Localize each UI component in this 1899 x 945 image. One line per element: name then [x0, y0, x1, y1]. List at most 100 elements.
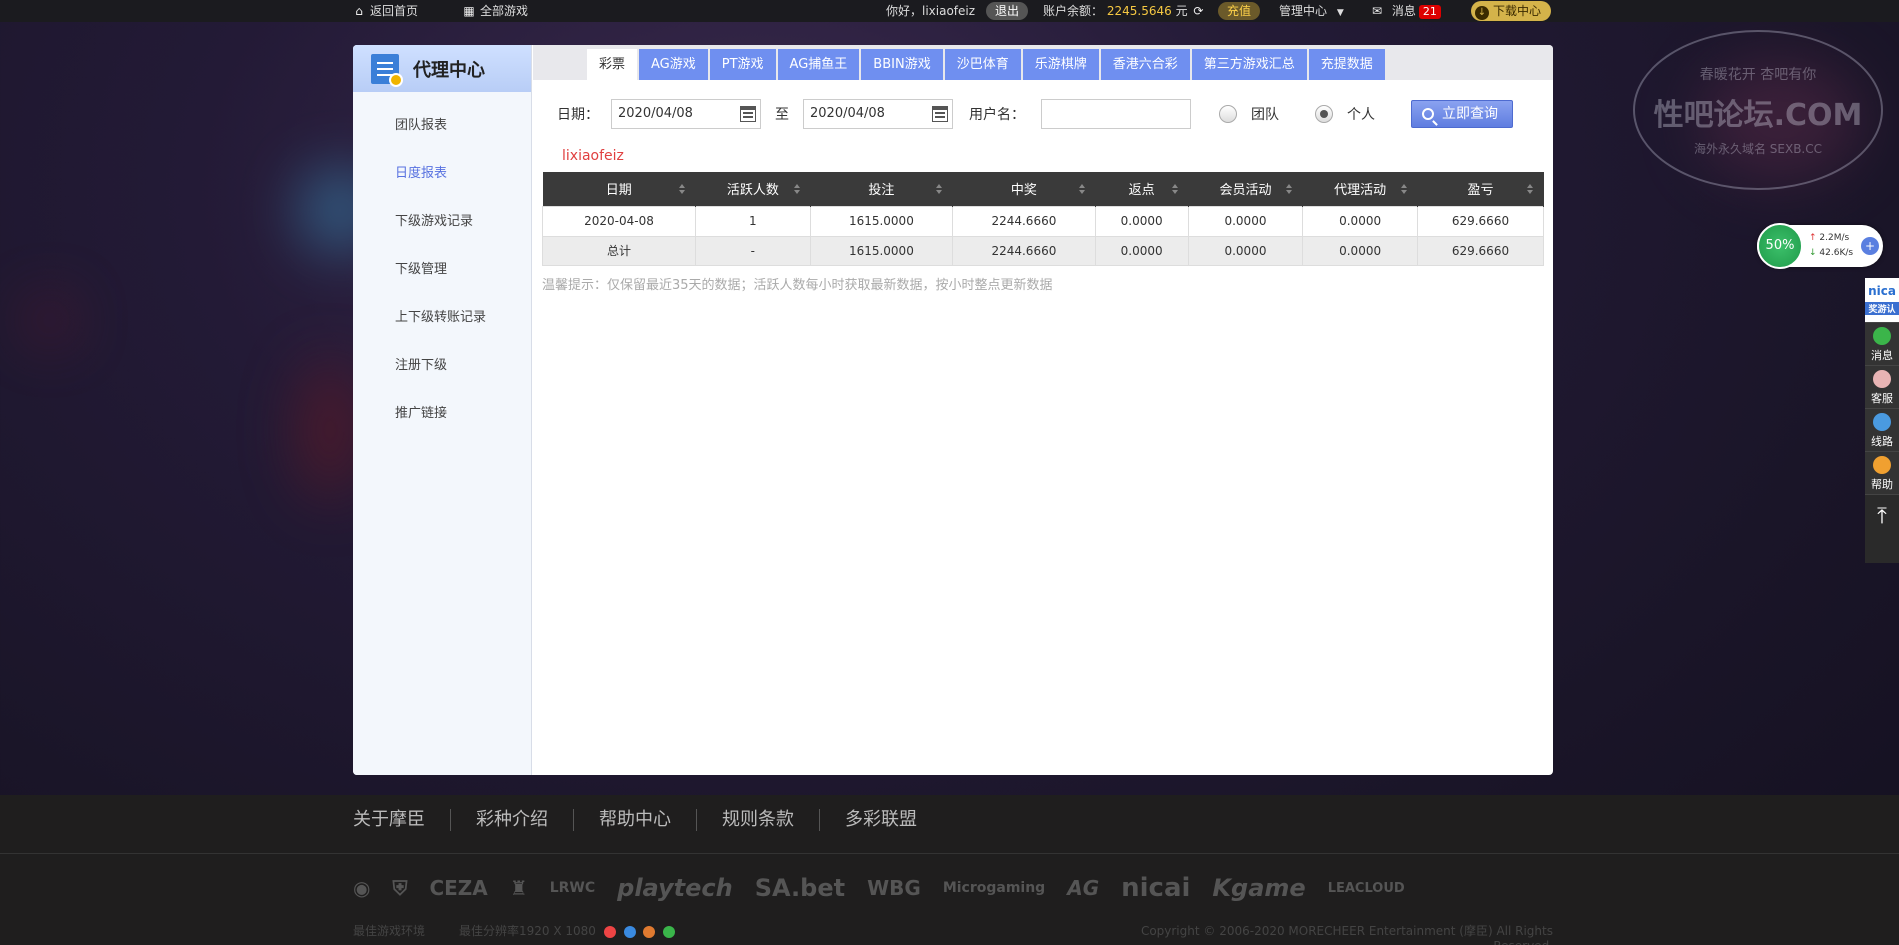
daily-report-table: 日期 活跃人数 投注 中奖 返点 会员活动 代理活动 盈亏 2020-04-08…: [542, 172, 1545, 266]
sort-icon: [1286, 184, 1293, 194]
calendar-icon[interactable]: [932, 106, 948, 122]
partner-logo: AG: [1067, 876, 1100, 900]
footer-link-help[interactable]: 帮助中心: [573, 809, 696, 831]
partner-logo: Kgame: [1212, 874, 1306, 902]
cell-total-agent-activity: 0.0000: [1302, 235, 1418, 266]
tab-bbin-games[interactable]: BBIN游戏: [861, 49, 943, 80]
sidebar-item-promo-link[interactable]: 推广链接: [353, 390, 531, 438]
sidebar-item-sub-management[interactable]: 下级管理: [353, 246, 531, 294]
download-arrow-icon: ↓: [1809, 248, 1817, 258]
recharge-button[interactable]: 充值: [1218, 0, 1261, 22]
tab-ag-fishing[interactable]: AG捕鱼王: [777, 49, 860, 80]
message-count-badge: 21: [1418, 5, 1441, 19]
download-label: 下载中心: [1493, 4, 1542, 18]
col-date[interactable]: 日期: [542, 172, 696, 206]
cell-total-winnings: 2244.6660: [952, 235, 1096, 266]
globe-logo-icon: ◉: [353, 876, 371, 900]
network-speed-widget[interactable]: 50% ↑ 2.2M/s ↓ 42.6K/s +: [1757, 223, 1883, 269]
col-agent-activity[interactable]: 代理活动: [1302, 172, 1418, 206]
date-from-input[interactable]: 2020/04/08: [611, 99, 761, 129]
upload-rate: 2.2M/s: [1819, 233, 1850, 243]
partner-logo: playtech: [617, 874, 733, 902]
col-bets[interactable]: 投注: [810, 172, 954, 206]
partner-logo: Microgaming: [942, 880, 1046, 896]
col-profit-loss[interactable]: 盈亏: [1417, 172, 1545, 206]
search-button[interactable]: 立即查询: [1411, 100, 1513, 128]
tab-saba-sports[interactable]: 沙巴体育: [944, 49, 1021, 80]
upload-arrow-icon: ↑: [1809, 233, 1817, 243]
balance-value: 2245.5646: [1106, 4, 1172, 18]
col-rebate[interactable]: 返点: [1095, 172, 1189, 206]
partner-logo: SA.bet: [754, 874, 846, 902]
personal-radio[interactable]: [1315, 105, 1333, 123]
partner-logo: LRWC: [549, 880, 596, 896]
home-link[interactable]: ⌂ 返回首页: [352, 0, 418, 22]
float-item-label: 帮助: [1871, 478, 1893, 491]
logout-button[interactable]: 退出: [986, 0, 1029, 22]
admin-menu[interactable]: 管理中心 ▼: [1279, 0, 1344, 22]
all-games-link[interactable]: ▦ 全部游戏: [462, 0, 528, 22]
tab-deposit-withdraw[interactable]: 充提数据: [1308, 49, 1385, 80]
col-winnings[interactable]: 中奖: [952, 172, 1096, 206]
download-button[interactable]: ↓ 下载中心: [1471, 0, 1552, 22]
tab-pt-games[interactable]: PT游戏: [709, 49, 776, 80]
best-env: 最佳游戏环境: [353, 922, 425, 939]
date-to-input[interactable]: 2020/04/08: [803, 99, 953, 129]
float-brand-name: nica: [1868, 284, 1896, 298]
grid-icon: ▦: [463, 4, 475, 18]
date-separator: 至: [775, 107, 789, 123]
float-item-help[interactable]: 帮助: [1865, 451, 1899, 494]
copyright: Copyright © 2006-2020 MORECHEER Entertai…: [1140, 924, 1553, 945]
footer-link-lottery-intro[interactable]: 彩种介绍: [450, 809, 573, 831]
username-input[interactable]: [1041, 99, 1191, 129]
col-active-users[interactable]: 活跃人数: [695, 172, 811, 206]
col-member-activity[interactable]: 会员活动: [1188, 172, 1304, 206]
tab-lottery[interactable]: 彩票: [587, 49, 638, 80]
footer-link-terms[interactable]: 规则条款: [696, 809, 819, 831]
sidebar-title: 代理中心: [413, 59, 485, 81]
watermark-line2: 性吧论坛.COM: [1653, 97, 1863, 133]
tab-leyou-chess[interactable]: 乐游棋牌: [1022, 49, 1099, 80]
tab-hk-mark-six[interactable]: 香港六合彩: [1100, 49, 1190, 80]
messages-link[interactable]: ✉ 消息 21: [1370, 0, 1441, 22]
cell-total-rebate: 0.0000: [1094, 235, 1189, 266]
footer: 关于摩臣 彩种介绍 帮助中心 规则条款 多彩联盟 ◉ ⛨ CEZA ♜ LRWC…: [0, 795, 1899, 945]
calendar-icon[interactable]: [740, 106, 756, 122]
float-item-label: 线路: [1871, 435, 1893, 448]
tab-third-party-summary[interactable]: 第三方游戏汇总: [1191, 49, 1307, 80]
footer-link-alliance[interactable]: 多彩联盟: [819, 809, 942, 831]
sidebar-item-register-sub[interactable]: 注册下级: [353, 342, 531, 390]
agent-center-panel: 代理中心 团队报表 日度报表 下级游戏记录 下级管理 上下级转账记录 注册下级 …: [353, 45, 1553, 775]
speed-boost-icon[interactable]: +: [1861, 237, 1879, 255]
tab-ag-games[interactable]: AG游戏: [639, 49, 708, 80]
current-username[interactable]: lixiaofeiz: [562, 148, 624, 164]
username-label: 用户名：: [969, 107, 1025, 123]
refresh-icon[interactable]: ⟳: [1191, 0, 1205, 22]
watermark-line3: 海外永久域名 SEXB.CC: [1693, 141, 1823, 156]
sidebar-item-team-report[interactable]: 团队报表: [353, 102, 531, 150]
float-item-routes[interactable]: 线路: [1865, 408, 1899, 451]
footer-link-about[interactable]: 关于摩臣: [353, 809, 450, 831]
greeting: 你好，lixiaofeiz: [886, 4, 976, 18]
logout-label: 退出: [986, 2, 1029, 20]
float-item-label: 客服: [1871, 392, 1893, 405]
messages-label: 消息: [1391, 4, 1416, 18]
float-item-support[interactable]: 客服: [1865, 365, 1899, 408]
sort-icon: [1171, 184, 1178, 194]
cell-active-users: 1: [695, 205, 811, 237]
back-to-top-icon[interactable]: ⤒: [1865, 494, 1899, 538]
sidebar-item-transfer-records[interactable]: 上下级转账记录: [353, 294, 531, 342]
download-rate: 42.6K/s: [1819, 248, 1854, 258]
float-brand[interactable]: nica 奖游认: [1865, 278, 1899, 322]
float-item-messages[interactable]: 消息: [1865, 322, 1899, 365]
route-icon: [1873, 413, 1891, 431]
crest-logo-icon: ⛨: [392, 876, 408, 900]
sidebar: 代理中心 团队报表 日度报表 下级游戏记录 下级管理 上下级转账记录 注册下级 …: [353, 45, 532, 775]
recharge-label: 充值: [1218, 2, 1261, 20]
sidebar-item-daily-report[interactable]: 日度报表: [353, 150, 531, 198]
notice-tip: 温馨提示：仅保留最近35天的数据；活跃人数每小时获取最新数据，按小时整点更新数据: [542, 278, 1053, 293]
team-radio[interactable]: [1219, 105, 1237, 123]
balance-label: 账户余额：: [1043, 4, 1104, 18]
sidebar-item-sub-game-records[interactable]: 下级游戏记录: [353, 198, 531, 246]
help-icon: [1873, 456, 1891, 474]
